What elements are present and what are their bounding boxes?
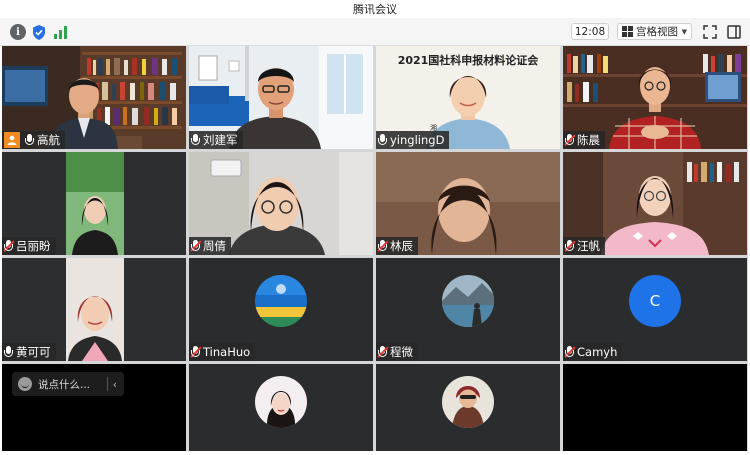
video-grid: 高航 刘建军 湘 2021国社科申报材料论证会 yinglingD 陈晨 吕丽盼… — [2, 46, 748, 451]
avatar-tile-tinahuo[interactable]: TinaHuo — [189, 258, 373, 361]
video-tile-wangfan[interactable]: 汪帆 — [563, 152, 747, 255]
avatar — [442, 275, 494, 327]
chevron-left-icon[interactable]: ‹ — [113, 378, 117, 391]
background-banner: 2021国社科申报材料论证会 — [397, 54, 539, 67]
participant-label: Camyh — [563, 343, 623, 361]
window-titlebar: 腾讯会议 — [0, 0, 750, 18]
participant-label: TinaHuo — [189, 343, 256, 361]
participant-label: 林辰 — [376, 237, 418, 255]
avatar — [442, 376, 494, 428]
video-tile-gaohang[interactable]: 高航 — [2, 46, 186, 149]
fullscreen-icon[interactable] — [702, 24, 718, 40]
divider — [106, 377, 108, 391]
microphone-muted-icon — [377, 346, 389, 358]
sidebar-toggle-icon[interactable] — [726, 24, 742, 40]
avatar-tile-chengwei[interactable]: 程微 — [376, 258, 560, 361]
participant-label: 吕丽盼 — [2, 237, 56, 255]
view-mode-button[interactable]: 宫格视图 ▼ — [617, 23, 692, 40]
participant-label: 程微 — [376, 343, 418, 361]
participant-label: yinglingD — [376, 131, 450, 149]
grid-view-icon — [622, 26, 633, 37]
participant-label: 刘建军 — [189, 131, 243, 149]
microphone-icon — [4, 346, 13, 358]
video-tile-chenchen[interactable]: 陈晨 — [563, 46, 747, 149]
participant-label: 汪帆 — [563, 237, 605, 255]
chevron-down-icon: ▼ — [681, 27, 687, 36]
meeting-toolbar: i 12:08 宫格视图 ▼ — [0, 18, 750, 46]
microphone-muted-icon — [564, 240, 576, 252]
microphone-muted-icon — [377, 240, 389, 252]
view-mode-label: 宫格视图 — [636, 26, 678, 38]
microphone-icon — [191, 134, 200, 146]
avatar-tile-camyh[interactable]: C Camyh — [563, 258, 747, 361]
avatar: C — [629, 275, 681, 327]
avatar-tile-row4-a[interactable] — [189, 364, 373, 451]
host-badge-icon — [4, 132, 20, 148]
video-tile-liujianjun[interactable]: 刘建军 — [189, 46, 373, 149]
emoji-icon[interactable] — [18, 377, 32, 391]
avatar — [255, 376, 307, 428]
participant-label: 黄可可 — [2, 343, 56, 361]
microphone-muted-icon — [564, 346, 576, 358]
participant-label: 周倩 — [189, 237, 231, 255]
chat-input-bar[interactable]: 说点什么... ‹ — [12, 372, 124, 396]
signal-icon[interactable] — [53, 24, 69, 40]
microphone-muted-icon — [3, 240, 15, 252]
shield-icon[interactable] — [31, 24, 47, 40]
video-tile-linchen[interactable]: 林辰 — [376, 152, 560, 255]
microphone-icon — [25, 134, 34, 146]
avatar-tile-row4-b[interactable] — [376, 364, 560, 451]
microphone-muted-icon — [190, 240, 202, 252]
video-tile-lvlipan[interactable]: 吕丽盼 — [2, 152, 186, 255]
video-tile-yinglingd[interactable]: 湘 2021国社科申报材料论证会 yinglingD — [376, 46, 560, 149]
meeting-clock: 12:08 — [571, 23, 609, 40]
microphone-muted-icon — [564, 134, 576, 146]
microphone-muted-icon — [190, 346, 202, 358]
window-title: 腾讯会议 — [353, 3, 397, 16]
video-tile-huangkeke[interactable]: 黄可可 — [2, 258, 186, 361]
participant-label: 高航 — [2, 131, 65, 149]
info-icon[interactable]: i — [10, 24, 26, 40]
avatar — [255, 275, 307, 327]
empty-tile — [563, 364, 747, 451]
chat-input[interactable]: 说点什么... — [38, 377, 90, 392]
video-tile-zhouqian[interactable]: 周倩 — [189, 152, 373, 255]
microphone-icon — [378, 134, 387, 146]
participant-label: 陈晨 — [563, 131, 605, 149]
